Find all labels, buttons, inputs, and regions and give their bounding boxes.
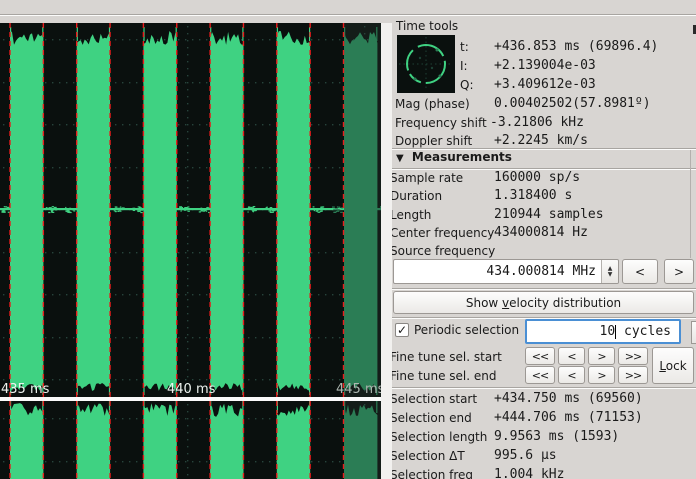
waveform-real-view[interactable] bbox=[0, 23, 381, 397]
sample-rate-label: Sample rate bbox=[392, 171, 463, 185]
selection-length-label: Selection length bbox=[392, 430, 487, 444]
frequency-next-button[interactable]: > bbox=[664, 259, 694, 284]
doppler-shift-value: +2.2245 km/s bbox=[494, 133, 588, 148]
duration-value: 1.318400 s bbox=[494, 188, 572, 203]
cycles-suffix: cycles bbox=[616, 324, 671, 339]
time-tick-445: 445 ms bbox=[336, 382, 384, 397]
cycles-value: 10 bbox=[600, 324, 616, 339]
fine-tune-start-fwd-button[interactable]: > bbox=[588, 347, 615, 365]
selection-start-label: Selection start bbox=[392, 392, 477, 406]
duration-label: Duration bbox=[392, 189, 442, 203]
frequency-spinner[interactable]: ▲ ▼ bbox=[601, 260, 618, 283]
waveform-area: 435 ms 440 ms 445 ms bbox=[0, 23, 381, 479]
frequency-prev-button[interactable]: < bbox=[622, 259, 658, 284]
doppler-shift-label: Doppler shift bbox=[395, 134, 472, 148]
cycles-input[interactable]: 10 cycles bbox=[525, 319, 681, 344]
spin-down-icon[interactable]: ▼ bbox=[608, 272, 613, 278]
mag-phase-label: Mag (phase) bbox=[395, 97, 470, 111]
center-frequency-value: 434000814 Hz bbox=[494, 225, 588, 240]
fine-tune-start-fast-back-button[interactable]: << bbox=[525, 347, 555, 365]
show-velocity-label: Show velocity distribution bbox=[466, 296, 621, 310]
measurements-header-label: Measurements bbox=[412, 150, 512, 164]
show-velocity-distribution-button[interactable]: Show velocity distribution bbox=[393, 291, 694, 314]
sample-rate-value: 160000 sp/s bbox=[494, 170, 580, 185]
q-label: Q: bbox=[460, 78, 474, 92]
selection-freq-value: 1.004 kHz bbox=[494, 467, 564, 479]
cycles-spinner-clipped[interactable] bbox=[691, 321, 696, 344]
q-value: +3.409612e-03 bbox=[494, 77, 596, 92]
iq-constellation-icon bbox=[397, 35, 455, 93]
fine-tune-end-fast-fwd-button[interactable]: >> bbox=[618, 366, 648, 384]
time-tools-panel: Time tools t: +436.853 ms (69896.4) I: +… bbox=[392, 0, 696, 479]
mag-phase-value: 0.00402502(57.8981º) bbox=[494, 96, 651, 111]
fine-tune-start-label: Fine tune sel. start bbox=[392, 350, 502, 364]
i-value: +2.139004e-03 bbox=[494, 58, 596, 73]
lock-label: Lock bbox=[659, 359, 686, 373]
fine-tune-start-fast-fwd-button[interactable]: >> bbox=[618, 347, 648, 365]
panel-title: Time tools bbox=[396, 19, 458, 33]
checkmark-icon: ✓ bbox=[397, 323, 407, 337]
fine-tune-start-back-button[interactable]: < bbox=[558, 347, 585, 365]
fine-tune-end-back-button[interactable]: < bbox=[558, 366, 585, 384]
panel-splitter[interactable] bbox=[381, 23, 392, 479]
selection-delta-t-value: 995.6 µs bbox=[494, 448, 557, 463]
selection-end-value: +444.706 ms (71153) bbox=[494, 410, 643, 425]
fine-tune-end-label: Fine tune sel. end bbox=[392, 369, 496, 383]
periodic-selection-checkbox[interactable]: ✓ bbox=[395, 323, 409, 337]
selection-length-value: 9.9563 ms (1593) bbox=[494, 429, 619, 444]
length-label: Length bbox=[392, 208, 431, 222]
frequency-shift-label: Frequency shift bbox=[395, 116, 487, 130]
fine-tune-end-fast-back-button[interactable]: << bbox=[525, 366, 555, 384]
frequency-input-value: 434.000814 MHz bbox=[486, 264, 596, 279]
selection-start-value: +434.750 ms (69560) bbox=[494, 391, 643, 406]
selection-end-label: Selection end bbox=[392, 411, 472, 425]
length-value: 210944 samples bbox=[494, 207, 604, 222]
separator bbox=[392, 148, 696, 149]
t-label: t: bbox=[460, 40, 469, 54]
frequency-input[interactable]: 434.000814 MHz ▲ ▼ bbox=[393, 259, 619, 284]
measurements-header[interactable]: ▼ Measurements bbox=[396, 150, 512, 164]
time-tick-435: 435 ms bbox=[1, 382, 49, 397]
selection-freq-label: Selection freq bbox=[392, 468, 473, 479]
selection-delta-t-label: Selection ΔT bbox=[392, 449, 465, 463]
fine-tune-end-fwd-button[interactable]: > bbox=[588, 366, 615, 384]
separator bbox=[392, 288, 696, 289]
collapse-icon: ▼ bbox=[396, 153, 404, 164]
t-value: +436.853 ms (69896.4) bbox=[494, 39, 658, 54]
source-frequency-label: Source frequency bbox=[392, 244, 495, 258]
waveform-imag-view[interactable] bbox=[0, 401, 381, 479]
center-frequency-label: Center frequency bbox=[392, 226, 494, 240]
lock-button[interactable]: Lock bbox=[652, 347, 694, 384]
separator bbox=[392, 168, 696, 169]
time-tick-440: 440 ms bbox=[167, 382, 215, 397]
separator bbox=[392, 387, 696, 388]
panel-frame-line bbox=[690, 150, 691, 258]
periodic-selection-label[interactable]: Periodic selection bbox=[414, 323, 519, 337]
frequency-shift-value: -3.21806 kHz bbox=[490, 115, 584, 130]
i-label: I: bbox=[460, 59, 468, 73]
separator bbox=[392, 317, 696, 318]
